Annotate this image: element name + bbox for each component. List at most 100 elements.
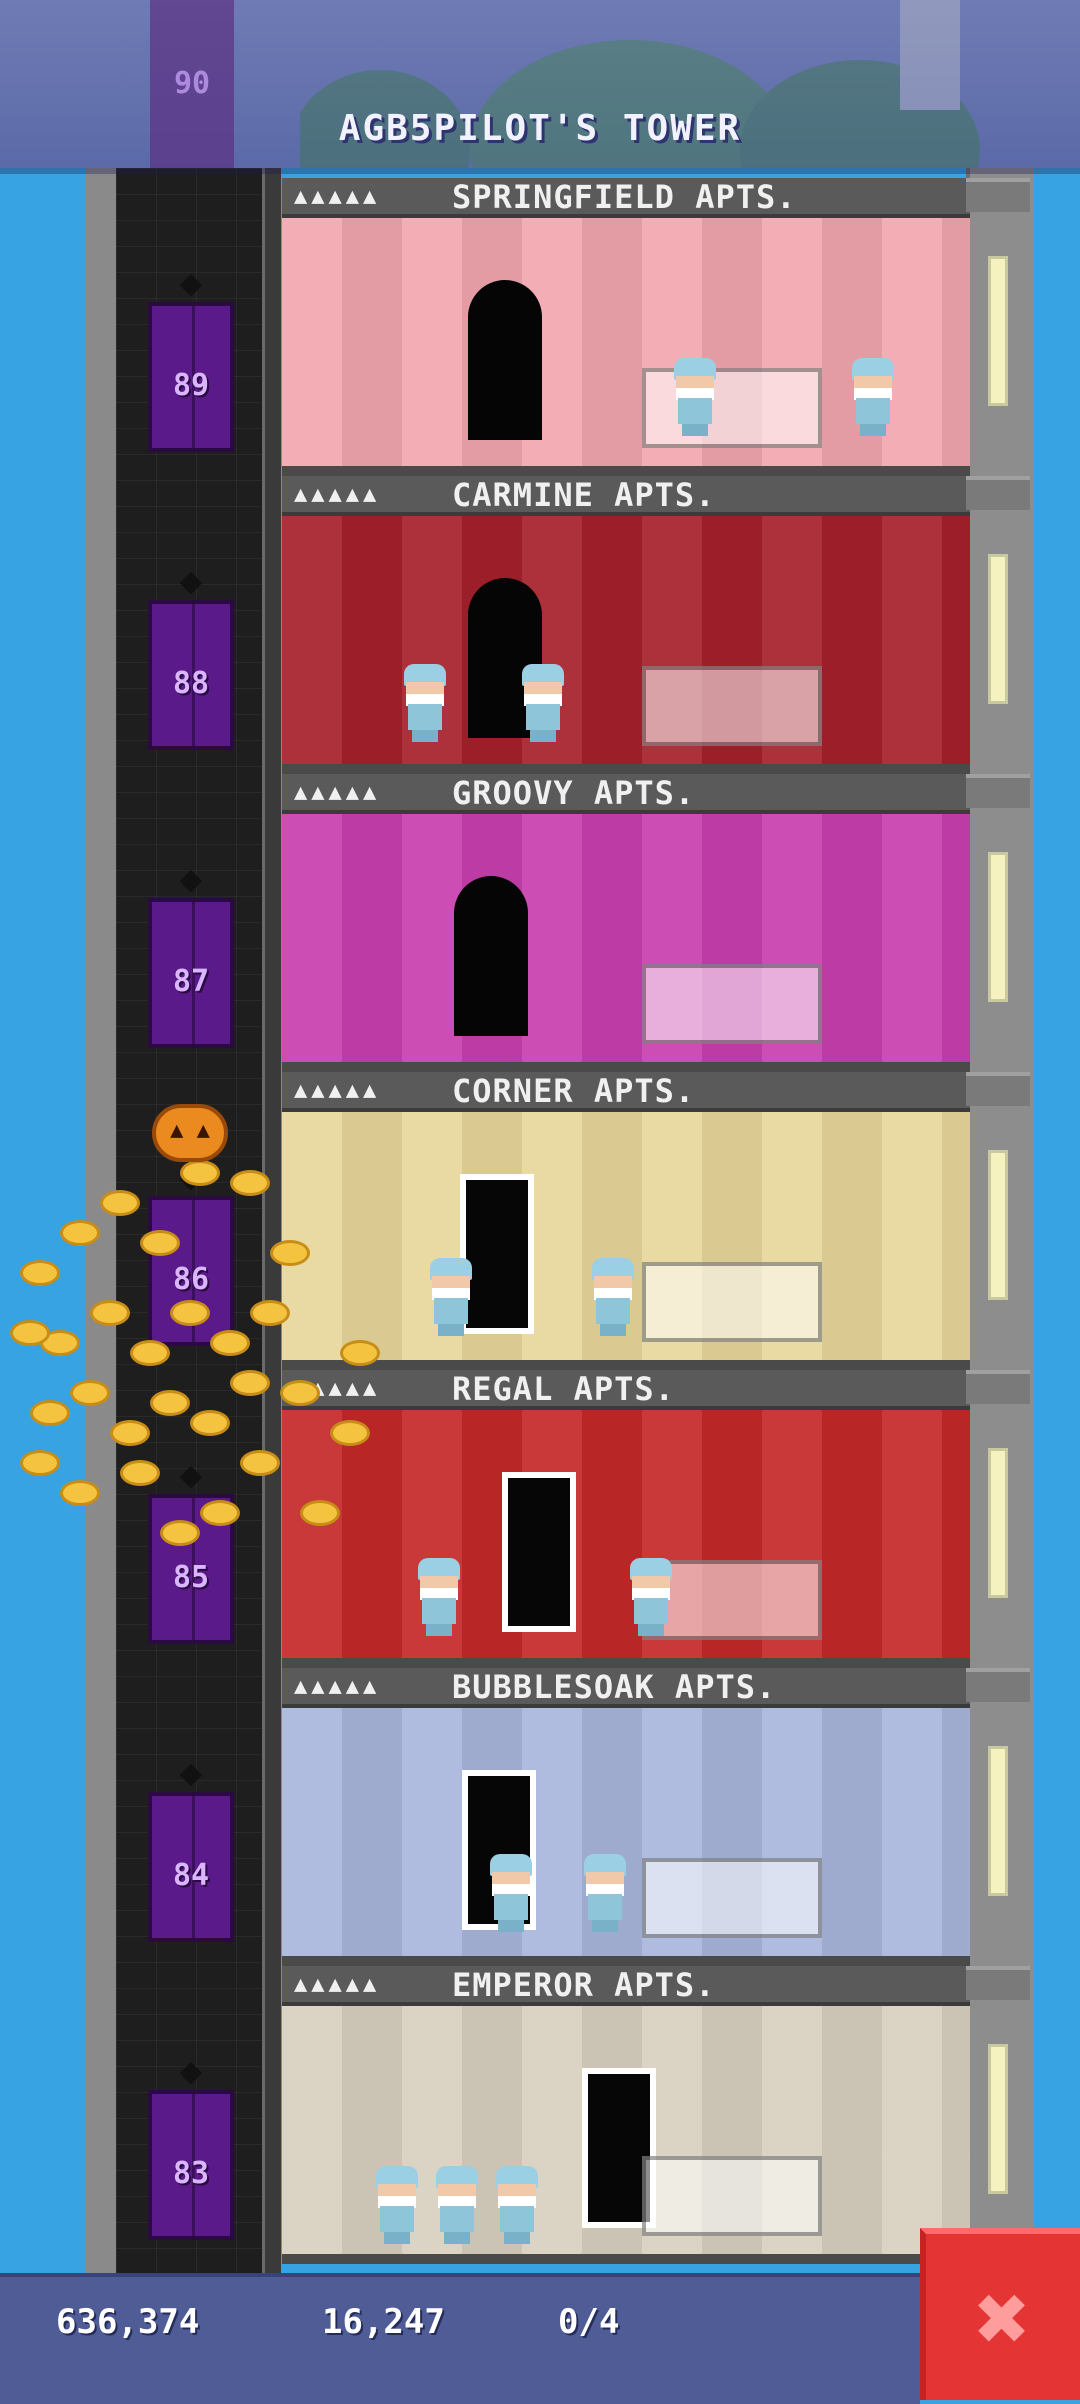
window-light — [988, 1448, 1008, 1598]
tenant-figure[interactable] — [626, 1558, 676, 1636]
tenant-figure[interactable] — [432, 2166, 482, 2244]
coin-burst-icon[interactable] — [230, 1170, 270, 1196]
window-light — [988, 1150, 1008, 1300]
resident-icons: ▲▲▲▲▲ — [294, 482, 381, 507]
resident-icons: ▲▲▲▲▲ — [294, 1972, 381, 1997]
floor-row[interactable]: ▲▲▲▲▲ CARMINE APTS. — [282, 476, 970, 774]
floor-row[interactable]: ▲▲▲▲▲ GROOVY APTS. — [282, 774, 970, 1072]
coin-burst-icon[interactable] — [300, 1500, 340, 1526]
tenant-figure[interactable] — [518, 664, 568, 742]
apartment-room — [282, 1112, 970, 1370]
tenant-figure[interactable] — [400, 664, 450, 742]
resident-icons: ▲▲▲▲▲ — [294, 1078, 381, 1103]
tower-right-cap — [966, 1668, 1030, 1702]
coin-burst-icon[interactable] — [250, 1300, 290, 1326]
coin-burst-icon[interactable] — [110, 1420, 150, 1446]
floor-name: SPRINGFIELD APTS. — [452, 178, 797, 216]
room-furniture — [642, 1262, 822, 1342]
room-doorway — [454, 876, 528, 1036]
coin-burst-icon[interactable] — [330, 1420, 370, 1446]
coin-burst-icon[interactable] — [90, 1300, 130, 1326]
tenant-figure[interactable] — [580, 1854, 630, 1932]
room-furniture — [642, 2156, 822, 2236]
floor-row[interactable]: ▲▲▲▲▲ REGAL APTS. — [282, 1370, 970, 1668]
tenant-figure[interactable] — [426, 1258, 476, 1336]
coin-burst-icon[interactable] — [170, 1300, 210, 1326]
close-icon: ✖ — [975, 2265, 1031, 2372]
resident-icons: ▲▲▲▲▲ — [294, 184, 381, 209]
tenant-figure[interactable] — [670, 358, 720, 436]
floor-name: EMPEROR APTS. — [452, 1966, 716, 2004]
coin-burst-icon[interactable] — [150, 1390, 190, 1416]
coin-burst-icon[interactable] — [190, 1410, 230, 1436]
coin-burst-icon[interactable] — [230, 1370, 270, 1396]
close-button[interactable]: ✖ — [920, 2228, 1080, 2400]
tenant-figure[interactable] — [486, 1854, 536, 1932]
coin-burst-icon[interactable] — [130, 1340, 170, 1366]
floor-base — [282, 1062, 970, 1072]
floor-row[interactable]: ▲▲▲▲▲ BUBBLESOAK APTS. — [282, 1668, 970, 1966]
coin-burst-icon[interactable] — [10, 1320, 50, 1346]
tower-right-cap — [966, 1072, 1030, 1106]
floor-banner: ▲▲▲▲▲ CARMINE APTS. — [282, 476, 970, 516]
bat-decoration-icon: ◆ — [179, 260, 203, 304]
floor-banner: ▲▲▲▲▲ REGAL APTS. — [282, 1370, 970, 1410]
floor-banner: ▲▲▲▲▲ SPRINGFIELD APTS. — [282, 178, 970, 218]
elevator-floor-number: 83 — [172, 2156, 210, 2191]
coin-burst-icon[interactable] — [20, 1450, 60, 1476]
coin-burst-icon[interactable] — [30, 1400, 70, 1426]
floor-name: REGAL APTS. — [452, 1370, 675, 1408]
coin-burst-icon[interactable] — [270, 1240, 310, 1266]
tower-right-cap — [966, 1966, 1030, 2000]
floor-name: BUBBLESOAK APTS. — [452, 1668, 777, 1706]
floor-row[interactable]: ▲▲▲▲▲ SPRINGFIELD APTS. — [282, 178, 970, 476]
coin-burst-icon[interactable] — [70, 1380, 110, 1406]
coin-burst-icon[interactable] — [60, 1220, 100, 1246]
coin-burst-icon[interactable] — [60, 1480, 100, 1506]
floor-name: GROOVY APTS. — [452, 774, 696, 812]
apartment-room — [282, 516, 970, 774]
tower-header: 90 AGB5PILOT'S TOWER — [0, 0, 1080, 168]
floor-base — [282, 1658, 970, 1668]
room-furniture — [642, 964, 822, 1044]
coin-burst-icon[interactable] — [140, 1230, 180, 1256]
coin-burst-icon[interactable] — [200, 1500, 240, 1526]
floor-row[interactable]: ▲▲▲▲▲ CORNER APTS. — [282, 1072, 970, 1370]
window-light — [988, 554, 1008, 704]
floor-base — [282, 1360, 970, 1370]
elevator-floor-number: 86 — [172, 1262, 210, 1297]
room-furniture — [642, 666, 822, 746]
room-wallpaper — [282, 814, 970, 1072]
floor-base — [282, 1956, 970, 1966]
room-doorway — [502, 1472, 576, 1632]
coin-burst-icon[interactable] — [340, 1340, 380, 1366]
elevator-rail — [262, 168, 281, 2273]
bat-decoration-icon: ◆ — [179, 856, 203, 900]
window-light — [988, 852, 1008, 1002]
coin-burst-icon[interactable] — [120, 1460, 160, 1486]
coin-burst-icon[interactable] — [20, 1260, 60, 1286]
floor-name: CARMINE APTS. — [452, 476, 716, 514]
coin-burst-icon[interactable] — [180, 1160, 220, 1186]
coin-burst-icon[interactable] — [210, 1330, 250, 1356]
bat-decoration-icon: ◆ — [179, 558, 203, 602]
tenant-figure[interactable] — [492, 2166, 542, 2244]
coin-burst-icon[interactable] — [160, 1520, 200, 1546]
apartment-room — [282, 1410, 970, 1668]
tenant-figure[interactable] — [414, 1558, 464, 1636]
resident-icons: ▲▲▲▲▲ — [294, 1674, 381, 1699]
coin-burst-icon[interactable] — [280, 1380, 320, 1406]
floor-base — [282, 764, 970, 774]
coin-count: 636,374 — [56, 2302, 200, 2342]
ticket-count: 0/4 — [558, 2302, 620, 2342]
window-light — [988, 256, 1008, 406]
room-furniture — [642, 368, 822, 448]
floor-row[interactable]: ▲▲▲▲▲ EMPEROR APTS. — [282, 1966, 970, 2264]
pumpkin-decoration-icon[interactable]: ▲ ▲ — [152, 1104, 228, 1162]
tenant-figure[interactable] — [588, 1258, 638, 1336]
coin-burst-icon[interactable] — [240, 1450, 280, 1476]
tenant-figure[interactable] — [848, 358, 898, 436]
tenant-figure[interactable] — [372, 2166, 422, 2244]
coin-burst-icon[interactable] — [100, 1190, 140, 1216]
header-floor-number: 90 — [173, 66, 211, 101]
